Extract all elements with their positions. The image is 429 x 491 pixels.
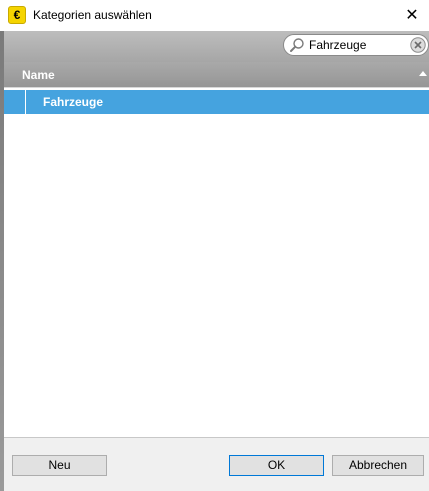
close-icon: ✕: [405, 7, 419, 24]
search-icon: [290, 38, 304, 52]
row-gutter: [4, 90, 26, 114]
search-toolbar: [4, 31, 429, 62]
list-item[interactable]: Fahrzeuge: [4, 90, 429, 114]
category-list[interactable]: Name Fahrzeuge: [4, 62, 429, 438]
cancel-button[interactable]: Abbrechen: [332, 455, 424, 476]
window-title: Kategorien auswählen: [33, 8, 152, 22]
search-input[interactable]: [309, 37, 404, 53]
list-header: Name: [4, 62, 429, 88]
app-euro-icon: €: [8, 6, 26, 24]
button-bar: Neu OK Abbrechen: [4, 438, 429, 491]
sort-ascending-icon: [419, 71, 427, 76]
search-field[interactable]: [283, 34, 429, 56]
clear-search-icon[interactable]: [410, 37, 426, 53]
list-item-label: Fahrzeuge: [43, 95, 104, 109]
category-dialog: € Kategorien auswählen ✕ Name Fahrz: [0, 0, 429, 491]
column-header-name[interactable]: Name: [22, 68, 55, 82]
ok-button[interactable]: OK: [229, 455, 324, 476]
close-button[interactable]: ✕: [395, 0, 429, 31]
new-button[interactable]: Neu: [12, 455, 107, 476]
title-bar: € Kategorien auswählen ✕: [0, 0, 429, 31]
